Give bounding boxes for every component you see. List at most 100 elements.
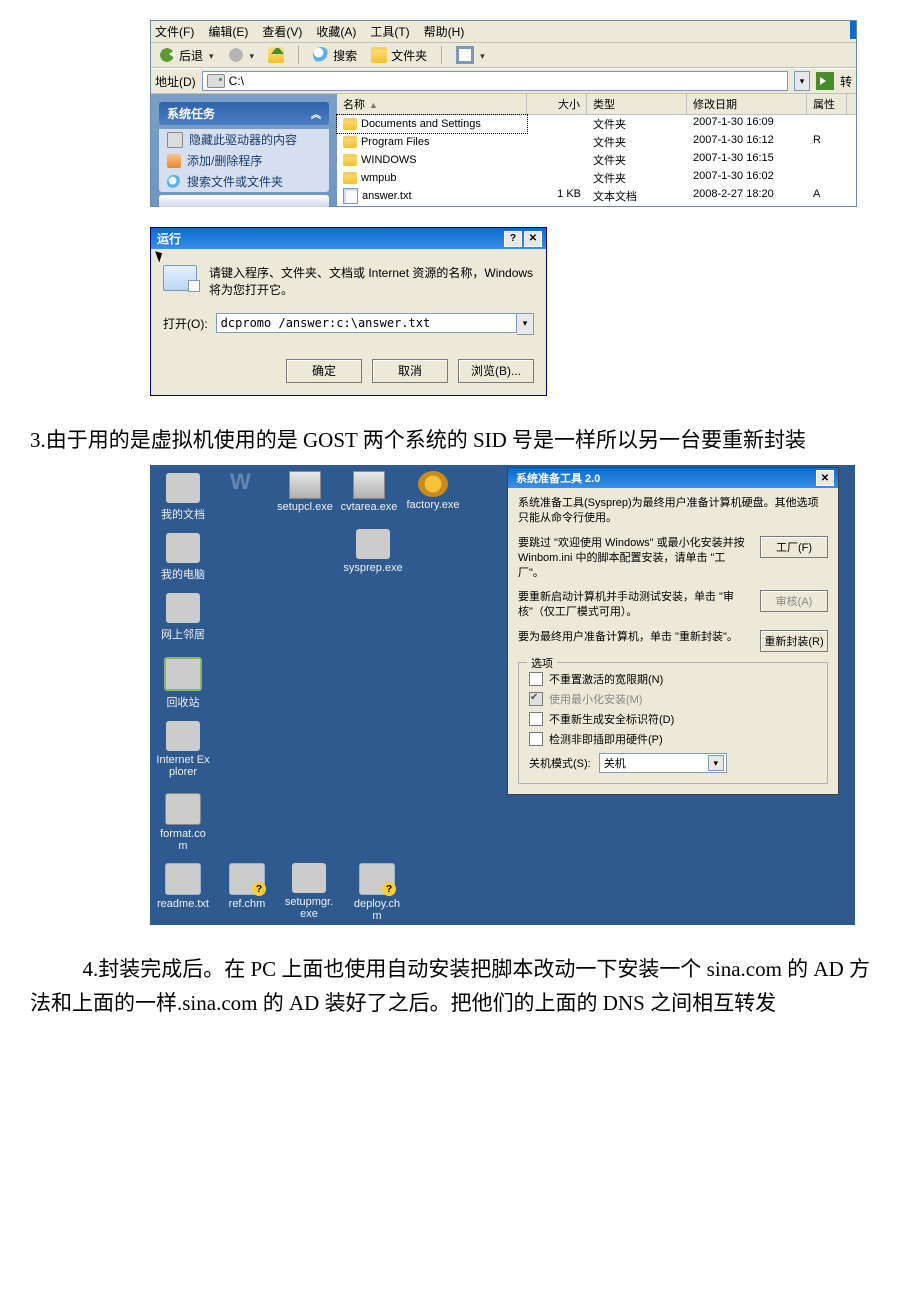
icon-ref-chm[interactable]: ref.chm xyxy=(220,863,274,910)
up-button[interactable] xyxy=(264,46,288,64)
go-label: 转 xyxy=(840,73,852,90)
paragraph-4: 4.封装完成后。在 PC 上面也使用自动安装把脚本改动一下安装一个 sina.c… xyxy=(30,953,890,1020)
icon-factory[interactable]: factory.exe xyxy=(404,471,462,511)
go-button[interactable] xyxy=(816,72,834,90)
menubar[interactable]: 文件(F) 编辑(E) 查看(V) 收藏(A) 工具(T) 帮助(H) xyxy=(151,21,856,43)
search-icon xyxy=(167,175,181,189)
checkbox-icon xyxy=(529,672,543,686)
table-row[interactable]: wmpub文件夹2007-1-30 16:02 xyxy=(337,169,856,187)
views-button[interactable] xyxy=(452,45,489,65)
folders-button[interactable]: 文件夹 xyxy=(367,46,431,65)
col-attr[interactable]: 属性 xyxy=(807,94,847,114)
menu-edit[interactable]: 编辑(E) xyxy=(208,23,248,40)
col-size[interactable]: 大小 xyxy=(527,94,587,114)
open-combo[interactable]: ▾ xyxy=(216,313,534,335)
run-description: 请键入程序、文件夹、文档或 Internet 资源的名称，Windows 将为您… xyxy=(209,265,534,299)
icon-setupcl[interactable]: setupcl.exe xyxy=(276,471,334,513)
col-date[interactable]: 修改日期 xyxy=(687,94,807,114)
task-item[interactable]: 隐藏此驱动器的内容 xyxy=(159,129,329,150)
icon-readme[interactable]: readme.txt xyxy=(156,863,210,910)
text-file-icon xyxy=(343,188,358,204)
add-remove-icon xyxy=(167,154,181,168)
address-label: 地址(D) xyxy=(155,73,196,90)
shutdown-select[interactable]: 关机 ▾ xyxy=(599,753,727,773)
file-name: wmpub xyxy=(361,172,396,184)
exe-icon xyxy=(292,863,326,893)
chevron-down-icon[interactable] xyxy=(207,48,214,62)
table-row[interactable]: answer.txt1 KB文本文档2008-2-27 18:20A xyxy=(337,187,856,205)
menu-help[interactable]: 帮助(H) xyxy=(424,23,465,40)
search-button[interactable]: 搜索 xyxy=(309,46,361,65)
icon-setupmgr[interactable]: setupmgr.exe xyxy=(282,863,336,920)
file-name: answer.txt xyxy=(362,190,412,202)
factory-button[interactable]: 工厂(F) xyxy=(760,536,828,558)
browse-button[interactable]: 浏览(B)... xyxy=(458,359,534,383)
col-type[interactable]: 类型 xyxy=(587,94,687,114)
cmd-icon xyxy=(165,793,201,825)
menu-fav[interactable]: 收藏(A) xyxy=(316,23,356,40)
network-icon xyxy=(166,593,200,623)
address-field[interactable]: C:\ xyxy=(202,71,788,91)
chevron-down-icon[interactable]: ▾ xyxy=(708,755,724,771)
folder-icon xyxy=(343,136,357,148)
close-button[interactable]: ✕ xyxy=(524,231,542,247)
file-name: WINDOWS xyxy=(361,154,417,166)
address-dropdown[interactable]: ▾ xyxy=(794,71,810,91)
icon-network[interactable]: 网上邻居 xyxy=(156,593,210,642)
dialog-title: 系统准备工具 2.0 xyxy=(516,470,600,486)
icon-deploy-chm[interactable]: deploy.chm xyxy=(350,863,404,922)
menu-view[interactable]: 查看(V) xyxy=(262,23,302,40)
forward-button[interactable] xyxy=(224,46,259,64)
audit-text: 要重新启动计算机并手动测试安装，单击 "审核"（仅工厂模式可用）。 xyxy=(518,590,750,620)
ok-button[interactable]: 确定 xyxy=(286,359,362,383)
icon-recycle-bin[interactable]: 回收站 xyxy=(156,657,210,710)
toolbar: 后退 搜索 文件夹 xyxy=(151,43,856,68)
col-name[interactable]: 名称▲ xyxy=(337,94,527,114)
options-legend: 选项 xyxy=(527,655,557,671)
file-name: Program Files xyxy=(361,136,429,148)
icon-sysprep[interactable]: sysprep.exe xyxy=(338,529,408,574)
icon-format[interactable]: format.com xyxy=(156,793,210,852)
chevron-up-icon[interactable]: ︽ xyxy=(311,106,321,121)
search-icon xyxy=(313,47,329,63)
menu-tools[interactable]: 工具(T) xyxy=(370,23,409,40)
folder-icon xyxy=(371,47,387,63)
drive-icon xyxy=(167,132,183,148)
tasks-header[interactable]: 系统任务 ︽ xyxy=(159,102,329,125)
recycle-bin-icon xyxy=(164,657,202,691)
table-row[interactable]: WINDOWS文件夹2007-1-30 16:15 xyxy=(337,151,856,169)
task-item[interactable]: 添加/删除程序 xyxy=(159,150,329,171)
chevron-down-icon[interactable]: ▾ xyxy=(517,313,534,335)
open-label: 打开(O): xyxy=(163,315,208,332)
titlebar[interactable]: 系统准备工具 2.0 ✕ xyxy=(508,468,838,488)
checkbox-icon xyxy=(529,692,543,706)
back-button[interactable]: 后退 xyxy=(155,46,218,65)
chevron-down-icon[interactable] xyxy=(248,48,255,62)
intro-text: 系统准备工具(Sysprep)为最终用户准备计算机硬盘。其他选项只能从命令行使用… xyxy=(518,496,828,526)
checkbox-no-regen-sid[interactable]: 不重新生成安全标识符(D) xyxy=(529,711,817,727)
titlebar[interactable]: 运行 ? ✕ xyxy=(151,228,546,249)
text-file-icon xyxy=(165,863,201,895)
table-row[interactable]: Program Files文件夹2007-1-30 16:12R xyxy=(337,133,856,151)
reseal-button[interactable]: 重新封装(R) xyxy=(760,630,828,652)
table-row[interactable]: Documents and Settings文件夹2007-1-30 16:09 xyxy=(337,115,856,133)
close-button[interactable]: ✕ xyxy=(816,470,834,486)
reseal-text: 要为最终用户准备计算机，单击 "重新封装"。 xyxy=(518,630,750,645)
sysprep-icon xyxy=(356,529,390,559)
chevron-down-icon[interactable] xyxy=(478,48,485,62)
menu-file[interactable]: 文件(F) xyxy=(155,23,194,40)
task-item[interactable]: 搜索文件或文件夹 xyxy=(159,171,329,192)
help-button[interactable]: ? xyxy=(504,231,522,247)
column-header[interactable]: 名称▲ 大小 类型 修改日期 属性 xyxy=(337,94,856,115)
exe-icon xyxy=(353,471,385,499)
icon-my-documents[interactable]: 我的文档 xyxy=(156,473,210,522)
icon-my-computer[interactable]: 我的电脑 xyxy=(156,533,210,582)
checkbox-no-reset-grace[interactable]: 不重置激活的宽限期(N) xyxy=(529,671,817,687)
checkbox-detect-non-pnp[interactable]: 检测非即插即用硬件(P) xyxy=(529,731,817,747)
gear-icon xyxy=(418,471,448,497)
icon-cvtarea[interactable]: cvtarea.exe xyxy=(340,471,398,513)
icon-ie[interactable]: Internet Explorer xyxy=(156,721,210,778)
cancel-button[interactable]: 取消 xyxy=(372,359,448,383)
ie-icon xyxy=(166,721,200,751)
open-input[interactable] xyxy=(216,313,517,333)
